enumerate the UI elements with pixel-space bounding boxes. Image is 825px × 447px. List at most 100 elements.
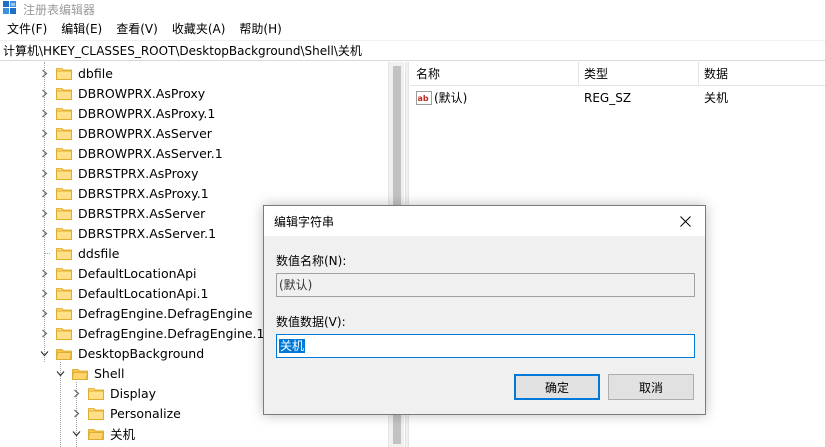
- folder-icon: [56, 207, 72, 220]
- menu-help[interactable]: 帮助(H): [232, 18, 288, 40]
- tree-item[interactable]: Personalize: [70, 403, 181, 423]
- folder-icon: [56, 67, 72, 80]
- chevron-down-icon[interactable]: [54, 363, 66, 383]
- chevron-right-icon[interactable]: [70, 383, 82, 403]
- tree-item[interactable]: Display: [70, 383, 156, 403]
- tree-item[interactable]: DBROWPRX.AsServer: [38, 123, 212, 143]
- tree-item[interactable]: DesktopBackground: [38, 343, 204, 363]
- folder-icon: [56, 167, 72, 180]
- tree-item[interactable]: DBRSTPRX.AsServer.1: [38, 223, 216, 243]
- tree-item-label: DBROWPRX.AsProxy: [78, 85, 206, 101]
- string-value-icon: ab: [416, 91, 432, 105]
- tree-item-label: DefaultLocationApi.1: [78, 285, 209, 301]
- tree-item-label: DBRSTPRX.AsServer: [78, 205, 206, 221]
- chevron-right-icon[interactable]: [70, 403, 82, 423]
- folder-icon: [56, 287, 72, 300]
- svg-text:ab: ab: [418, 94, 429, 103]
- tree-item-label: Personalize: [110, 405, 181, 421]
- menu-favorites[interactable]: 收藏夹(A): [165, 18, 233, 40]
- value-name: (默认): [434, 91, 468, 105]
- folder-open-icon: [56, 347, 72, 360]
- value-data-input[interactable]: 关机: [276, 334, 695, 358]
- chevron-right-icon[interactable]: [38, 103, 50, 123]
- folder-icon: [56, 127, 72, 140]
- value-data-text: 关机: [279, 339, 306, 353]
- cancel-button[interactable]: 取消: [608, 374, 694, 400]
- tree-item[interactable]: dbfile: [38, 63, 113, 83]
- tree-item-label: DBRSTPRX.AsProxy.1: [78, 185, 209, 201]
- tree-item[interactable]: DefragEngine.DefragEngine.1: [38, 323, 264, 343]
- list-item[interactable]: ab (默认) REG_SZ 关机: [410, 88, 825, 108]
- chevron-right-icon[interactable]: [38, 223, 50, 243]
- tree-item-label: dbfile: [78, 65, 113, 81]
- window-title: 注册表编辑器: [23, 3, 96, 17]
- tree-item-label: DefragEngine.DefragEngine.1: [78, 325, 265, 341]
- folder-icon: [56, 227, 72, 240]
- tree-item-label: DefaultLocationApi: [78, 265, 197, 281]
- value-data: 关机: [704, 91, 729, 105]
- chevron-right-icon[interactable]: [38, 203, 50, 223]
- value-type: REG_SZ: [584, 91, 632, 105]
- folder-icon: [56, 247, 72, 260]
- chevron-right-icon[interactable]: [38, 63, 50, 83]
- folder-icon: [56, 307, 72, 320]
- list-header: 名称 类型 数据: [410, 62, 825, 86]
- chevron-right-icon[interactable]: [38, 323, 50, 343]
- tree-item-label: DBROWPRX.AsProxy.1: [78, 105, 216, 121]
- dialog-titlebar[interactable]: 编辑字符串: [264, 206, 705, 236]
- tree-item-label: DefragEngine.DefragEngine: [78, 305, 253, 321]
- tree-item-label: Shell: [94, 365, 125, 381]
- registry-editor-icon: [3, 1, 16, 14]
- tree-item[interactable]: DBRSTPRX.AsProxy.1: [38, 183, 209, 203]
- chevron-right-icon[interactable]: [38, 283, 50, 303]
- tree-item[interactable]: Shell: [54, 363, 125, 383]
- folder-icon: [88, 387, 104, 400]
- tree-item-label: DesktopBackground: [78, 345, 205, 361]
- folder-open-icon: [72, 367, 88, 380]
- tree-item[interactable]: 关机: [70, 423, 136, 443]
- chevron-right-icon[interactable]: [38, 303, 50, 323]
- folder-icon: [56, 107, 72, 120]
- dialog-close-button[interactable]: [665, 206, 705, 236]
- tree-item[interactable]: DBROWPRX.AsProxy.1: [38, 103, 215, 123]
- menu-file[interactable]: 文件(F): [0, 18, 54, 40]
- ok-button[interactable]: 确定: [514, 374, 600, 400]
- tree-item[interactable]: DefaultLocationApi.1: [38, 283, 208, 303]
- chevron-down-icon[interactable]: [38, 343, 50, 363]
- close-icon: [679, 215, 691, 227]
- folder-icon: [56, 267, 72, 280]
- chevron-right-icon[interactable]: [38, 183, 50, 203]
- chevron-right-icon[interactable]: [38, 143, 50, 163]
- tree-item[interactable]: DefaultLocationApi: [38, 263, 197, 283]
- edit-string-dialog: 编辑字符串 数值名称(N): (默认) 数值数据(V): 关机 确定 取消: [263, 205, 706, 415]
- column-header-name[interactable]: 名称: [410, 62, 440, 86]
- tree-item[interactable]: ddsfile: [38, 243, 119, 263]
- chevron-right-icon[interactable]: [38, 83, 50, 103]
- tree-item-label: DBRSTPRX.AsProxy: [78, 165, 199, 181]
- column-header-type[interactable]: 类型: [578, 62, 608, 86]
- column-header-data[interactable]: 数据: [698, 62, 728, 86]
- tree-item-label: DBROWPRX.AsServer.1: [78, 145, 223, 161]
- tree-item[interactable]: DefragEngine.DefragEngine: [38, 303, 253, 323]
- menu-edit[interactable]: 编辑(E): [54, 18, 109, 40]
- tree-item[interactable]: DBROWPRX.AsProxy: [38, 83, 205, 103]
- address-bar[interactable]: 计算机\HKEY_CLASSES_ROOT\DesktopBackground\…: [0, 40, 825, 61]
- folder-open-icon: [88, 427, 104, 440]
- chevron-right-icon[interactable]: [38, 263, 50, 283]
- window-titlebar: 注册表编辑器: [0, 0, 825, 18]
- value-name-field: (默认): [276, 273, 695, 297]
- menu-view[interactable]: 查看(V): [109, 18, 165, 40]
- folder-icon: [56, 87, 72, 100]
- chevron-right-icon[interactable]: [38, 163, 50, 183]
- folder-icon: [88, 407, 104, 420]
- tree-item[interactable]: DBROWPRX.AsServer.1: [38, 143, 223, 163]
- value-data-label: 数值数据(V):: [276, 315, 346, 329]
- chevron-down-icon[interactable]: [70, 423, 82, 443]
- tree-item[interactable]: DBRSTPRX.AsServer: [38, 203, 205, 223]
- chevron-right-icon[interactable]: [38, 123, 50, 143]
- menu-bar: 文件(F) 编辑(E) 查看(V) 收藏夹(A) 帮助(H): [0, 18, 825, 40]
- tree-item[interactable]: DBRSTPRX.AsProxy: [38, 163, 199, 183]
- tree-leaf-connector: [38, 243, 50, 263]
- tree-item-label: DBRSTPRX.AsServer.1: [78, 225, 217, 241]
- value-name-label: 数值名称(N):: [276, 254, 347, 268]
